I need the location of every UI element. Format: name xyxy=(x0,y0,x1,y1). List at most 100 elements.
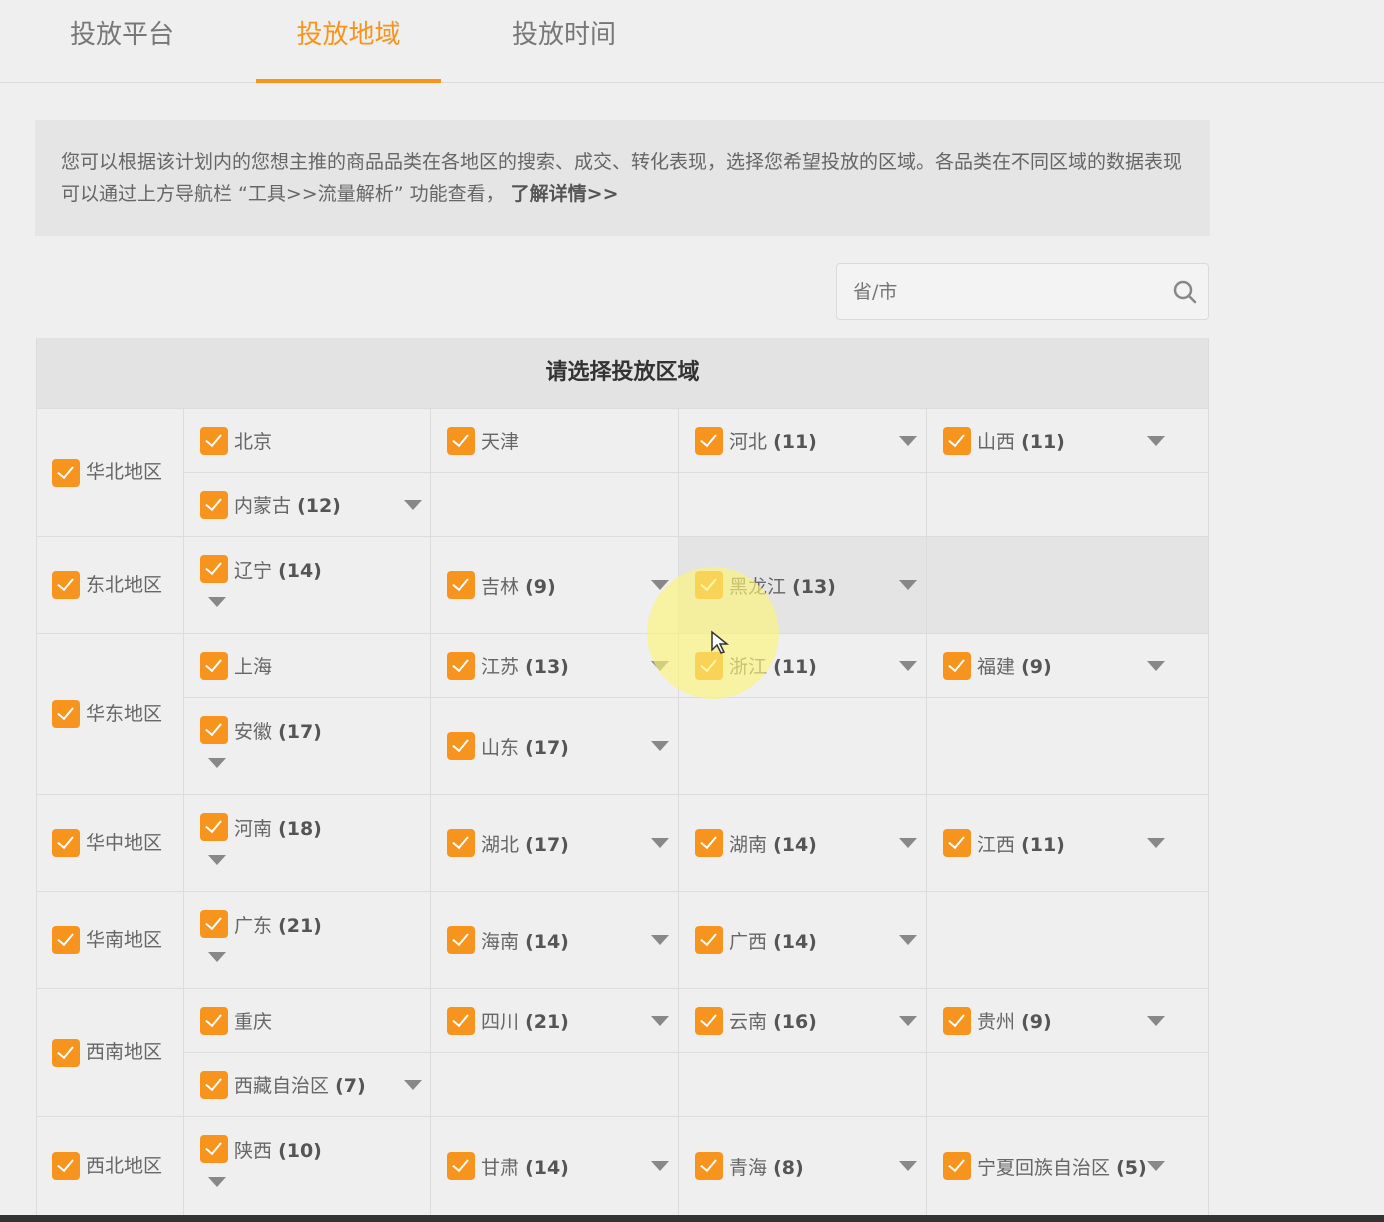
region-group: 西北地区陕西 (10)甘肃 (14)青海 (8)宁夏回族自治区 (5) xyxy=(37,1116,1208,1215)
province-item[interactable]: 重庆 xyxy=(200,1007,426,1035)
province-item[interactable]: 黑龙江 (13) xyxy=(695,571,921,599)
province-checkbox[interactable] xyxy=(200,1007,228,1035)
province-checkbox[interactable] xyxy=(200,910,228,938)
chevron-down-icon[interactable] xyxy=(208,952,226,962)
province-item[interactable]: 河南 (18) xyxy=(200,813,322,841)
province-item[interactable]: 贵州 (9) xyxy=(943,1007,1169,1035)
province-item[interactable]: 云南 (16) xyxy=(695,1007,921,1035)
province-checkbox[interactable] xyxy=(695,571,723,599)
chevron-down-icon[interactable] xyxy=(899,1161,917,1171)
province-item[interactable]: 天津 xyxy=(447,427,673,455)
chevron-down-icon[interactable] xyxy=(404,1080,422,1090)
chevron-down-icon[interactable] xyxy=(651,741,669,751)
province-checkbox[interactable] xyxy=(943,1152,971,1180)
province-checkbox[interactable] xyxy=(447,1152,475,1180)
chevron-down-icon[interactable] xyxy=(899,1016,917,1026)
province-item[interactable]: 甘肃 (14) xyxy=(447,1152,673,1180)
tab-time[interactable]: 投放时间 xyxy=(512,14,616,83)
chevron-down-icon[interactable] xyxy=(1147,1161,1165,1171)
chevron-down-icon[interactable] xyxy=(651,935,669,945)
province-item[interactable]: 北京 xyxy=(200,427,426,455)
chevron-down-icon[interactable] xyxy=(651,661,669,671)
region-checkbox[interactable] xyxy=(52,700,80,728)
chevron-down-icon[interactable] xyxy=(208,597,226,607)
province-checkbox[interactable] xyxy=(447,571,475,599)
province-item[interactable]: 河北 (11) xyxy=(695,427,921,455)
province-checkbox[interactable] xyxy=(200,652,228,680)
province-item[interactable]: 湖北 (17) xyxy=(447,829,673,857)
tab-platform[interactable]: 投放平台 xyxy=(70,14,174,83)
province-checkbox[interactable] xyxy=(695,829,723,857)
chevron-down-icon[interactable] xyxy=(899,661,917,671)
province-checkbox[interactable] xyxy=(695,926,723,954)
province-item[interactable]: 陕西 (10) xyxy=(200,1135,322,1163)
province-checkbox[interactable] xyxy=(695,1007,723,1035)
chevron-down-icon[interactable] xyxy=(651,580,669,590)
chevron-down-icon[interactable] xyxy=(899,580,917,590)
learn-more-link[interactable]: 了解详情>> xyxy=(511,183,619,205)
chevron-down-icon[interactable] xyxy=(208,855,226,865)
province-checkbox[interactable] xyxy=(447,1007,475,1035)
province-name: 内蒙古 xyxy=(234,495,291,517)
chevron-down-icon[interactable] xyxy=(1147,1016,1165,1026)
province-item[interactable]: 内蒙古 (12) xyxy=(200,491,426,519)
chevron-down-icon[interactable] xyxy=(1147,661,1165,671)
chevron-down-icon[interactable] xyxy=(899,935,917,945)
chevron-down-icon[interactable] xyxy=(899,436,917,446)
chevron-down-icon[interactable] xyxy=(651,1016,669,1026)
province-item[interactable]: 西藏自治区 (7) xyxy=(200,1071,426,1099)
search-input[interactable] xyxy=(837,264,1137,319)
province-checkbox[interactable] xyxy=(200,813,228,841)
chevron-down-icon[interactable] xyxy=(651,1161,669,1171)
region-checkbox[interactable] xyxy=(52,1152,80,1180)
province-item[interactable]: 江西 (11) xyxy=(943,829,1169,857)
province-item[interactable]: 广西 (14) xyxy=(695,926,921,954)
region-checkbox[interactable] xyxy=(52,571,80,599)
province-item[interactable]: 吉林 (9) xyxy=(447,571,673,599)
province-checkbox[interactable] xyxy=(200,716,228,744)
province-item[interactable]: 青海 (8) xyxy=(695,1152,921,1180)
province-checkbox[interactable] xyxy=(943,1007,971,1035)
chevron-down-icon[interactable] xyxy=(208,758,226,768)
province-checkbox[interactable] xyxy=(447,427,475,455)
province-checkbox[interactable] xyxy=(200,555,228,583)
province-checkbox[interactable] xyxy=(695,427,723,455)
chevron-down-icon[interactable] xyxy=(899,838,917,848)
province-item[interactable]: 湖南 (14) xyxy=(695,829,921,857)
province-item[interactable]: 辽宁 (14) xyxy=(200,555,322,583)
province-checkbox[interactable] xyxy=(200,1071,228,1099)
province-item[interactable]: 山东 (17) xyxy=(447,732,673,760)
province-item[interactable]: 山西 (11) xyxy=(943,427,1169,455)
province-item[interactable]: 江苏 (13) xyxy=(447,652,673,680)
province-checkbox[interactable] xyxy=(200,1135,228,1163)
province-cell: 安徽 (17) xyxy=(184,698,430,794)
province-checkbox[interactable] xyxy=(447,926,475,954)
province-item[interactable]: 福建 (9) xyxy=(943,652,1169,680)
tab-region[interactable]: 投放地域 xyxy=(256,14,441,83)
chevron-down-icon[interactable] xyxy=(1147,838,1165,848)
chevron-down-icon[interactable] xyxy=(651,838,669,848)
region-checkbox[interactable] xyxy=(52,1039,80,1067)
province-checkbox[interactable] xyxy=(447,732,475,760)
province-checkbox[interactable] xyxy=(943,829,971,857)
province-item[interactable]: 安徽 (17) xyxy=(200,716,322,744)
chevron-down-icon[interactable] xyxy=(208,1177,226,1187)
search-icon[interactable] xyxy=(1172,279,1198,305)
province-checkbox[interactable] xyxy=(447,652,475,680)
region-checkbox[interactable] xyxy=(52,829,80,857)
province-checkbox[interactable] xyxy=(200,427,228,455)
province-checkbox[interactable] xyxy=(447,829,475,857)
region-checkbox[interactable] xyxy=(52,926,80,954)
province-item[interactable]: 海南 (14) xyxy=(447,926,673,954)
chevron-down-icon[interactable] xyxy=(1147,436,1165,446)
province-item[interactable]: 广东 (21) xyxy=(200,910,322,938)
chevron-down-icon[interactable] xyxy=(404,500,422,510)
region-checkbox[interactable] xyxy=(52,459,80,487)
province-checkbox[interactable] xyxy=(943,427,971,455)
province-item[interactable]: 宁夏回族自治区 (5) xyxy=(943,1152,1169,1180)
province-item[interactable]: 四川 (21) xyxy=(447,1007,673,1035)
province-checkbox[interactable] xyxy=(200,491,228,519)
province-checkbox[interactable] xyxy=(943,652,971,680)
province-item[interactable]: 上海 xyxy=(200,652,426,680)
province-checkbox[interactable] xyxy=(695,1152,723,1180)
